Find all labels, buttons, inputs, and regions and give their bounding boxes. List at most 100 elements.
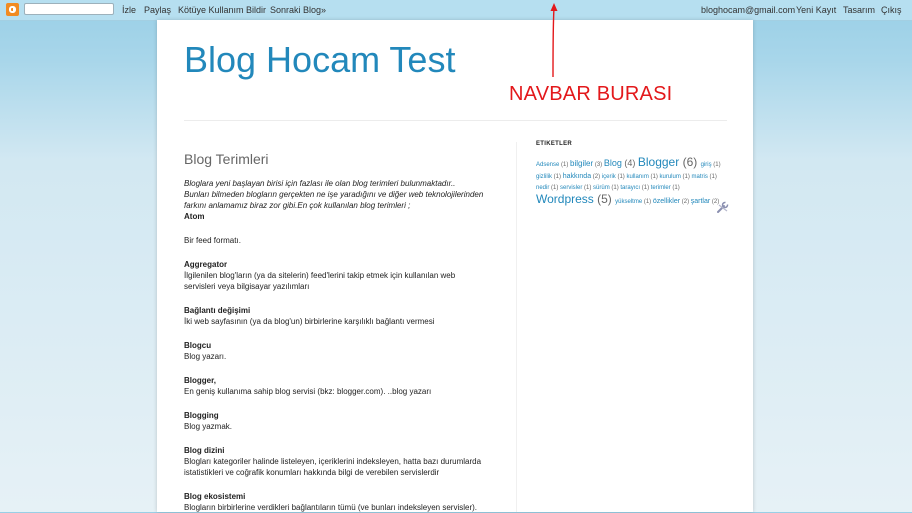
term-definition: Bir feed formatı. <box>184 236 241 245</box>
label-link[interactable]: servisler <box>560 185 582 191</box>
label-link[interactable]: gizlilik <box>536 174 552 180</box>
label-link[interactable]: terimler <box>651 185 671 191</box>
label-link[interactable]: matris <box>692 174 708 180</box>
label-count: (1) <box>711 162 721 168</box>
user-email-link[interactable]: bloghocam@gmail.com <box>701 5 795 15</box>
label-count: (1) <box>615 174 627 180</box>
term-heading: Atom <box>184 212 205 221</box>
label-link[interactable]: bilgiler <box>570 159 593 168</box>
label-cloud-item: özellikler (2) <box>653 198 691 205</box>
label-cloud-item: Blogger (6) <box>638 156 701 168</box>
label-count: (1) <box>582 185 594 191</box>
wrench-icon[interactable] <box>716 200 730 214</box>
label-cloud-item: şartlar (2) <box>691 198 719 205</box>
term-definition: En geniş kullanıma sahip blog servisi (b… <box>184 387 432 396</box>
share-link[interactable]: Paylaş <box>144 5 171 15</box>
label-link[interactable]: hakkında <box>563 173 591 180</box>
column-divider <box>516 142 517 512</box>
label-link[interactable]: özellikler <box>653 198 680 205</box>
header-divider <box>184 120 727 121</box>
label-count: (2) <box>591 174 602 180</box>
next-blog-link[interactable]: Sonraki Blog» <box>270 5 326 15</box>
label-cloud-item: gizlilik (1) <box>536 174 563 180</box>
label-cloud-item: Blog (4) <box>604 158 638 168</box>
term-definition: İki web sayfasının (ya da blog'un) birbi… <box>184 317 435 326</box>
search-input[interactable] <box>24 3 114 15</box>
label-count: (1) <box>549 185 561 191</box>
label-count: (1) <box>552 174 563 180</box>
intro-line: farkını anlamamız biraz zor gibi.En çok … <box>184 201 411 210</box>
label-link[interactable]: kullanım <box>626 174 648 180</box>
intro-line: Bunları bilmeden blogların gerçekten ne … <box>184 190 484 199</box>
label-link[interactable]: Blogger <box>638 155 679 169</box>
label-cloud-item: kullanım (1) <box>626 174 659 180</box>
term-heading: Blogcu <box>184 341 212 350</box>
label-link[interactable]: sürüm <box>593 185 610 191</box>
sign-out-link[interactable]: Çıkış <box>881 5 902 15</box>
term-heading: Blog dizini <box>184 446 225 455</box>
follow-link[interactable]: İzle <box>122 5 136 15</box>
term-definition: İlgilenilen blog'ların (ya da sitelerin)… <box>184 271 456 291</box>
label-link[interactable]: giriş <box>701 162 712 168</box>
blogger-logo-icon[interactable] <box>6 3 19 16</box>
navbar-annotation-label: NAVBAR BURASI <box>509 83 673 105</box>
term-definition: Blog yazmak. <box>184 422 233 431</box>
label-cloud-item: terimler (1) <box>651 185 680 191</box>
label-cloud-item: Adsense (1) <box>536 162 570 168</box>
label-cloud-item: kurulum (1) <box>659 174 691 180</box>
design-link[interactable]: Tasarım <box>843 5 875 15</box>
label-cloud-item: giriş (1) <box>701 162 721 168</box>
label-cloud-item: matris (1) <box>692 174 717 180</box>
term-heading: Blogger, <box>184 376 217 385</box>
label-link[interactable]: şartlar <box>691 198 710 205</box>
label-count: (1) <box>559 162 571 168</box>
label-count: (5) <box>593 192 616 206</box>
post-title: Blog Terimleri <box>184 151 269 167</box>
label-cloud-item: hakkında (2) <box>563 173 602 180</box>
label-link[interactable]: kurulum <box>659 174 680 180</box>
label-cloud-item: sürüm (1) <box>593 185 620 191</box>
label-link[interactable]: tarayıcı <box>620 185 640 191</box>
label-cloud-item: bilgiler (3) <box>570 159 604 168</box>
term-heading: Blog ekosistemi <box>184 492 246 501</box>
label-cloud-item: Wordpress (5) <box>536 193 615 205</box>
label-link[interactable]: içerik <box>602 174 616 180</box>
label-count: (2) <box>680 199 691 205</box>
label-cloud: Adsense (1) bilgiler (3) Blog (4) Blogge… <box>536 156 730 208</box>
label-count: (6) <box>679 155 701 169</box>
label-count: (1) <box>680 174 692 180</box>
label-cloud-item: nedir (1) <box>536 185 560 191</box>
term-definition: Blogların birbirlerine verdikleri bağlan… <box>184 503 478 512</box>
label-cloud-item: servisler (1) <box>560 185 593 191</box>
label-link[interactable]: nedir <box>536 185 549 191</box>
label-cloud-item: tarayıcı (1) <box>620 185 650 191</box>
label-link[interactable]: Adsense <box>536 162 559 168</box>
navbar: İzle Paylaş Kötüye Kullanım Bildir Sonra… <box>0 0 912 21</box>
term-heading: Blogging <box>184 411 219 420</box>
term-definition: Blogları kategoriler halinde listeleyen,… <box>184 457 482 477</box>
label-count: (1) <box>670 185 680 191</box>
term-definition: Blog yazarı. <box>184 352 227 361</box>
blog-title[interactable]: Blog Hocam Test <box>184 39 455 81</box>
post-intro: Bloglara yeni başlayan birisi için fazla… <box>184 178 504 211</box>
label-count: (4) <box>621 158 638 168</box>
label-count: (1) <box>640 185 651 191</box>
label-cloud-item: yükseltme (1) <box>615 199 653 205</box>
report-abuse-link[interactable]: Kötüye Kullanım Bildir <box>178 5 266 15</box>
labels-widget-title: ETIKETLER <box>536 141 573 147</box>
label-cloud-item: içerik (1) <box>602 174 627 180</box>
label-count: (3) <box>593 162 604 168</box>
post-body: Bloglara yeni başlayan birisi için fazla… <box>184 178 504 513</box>
label-count: (1) <box>707 174 717 180</box>
new-post-link[interactable]: Yeni Kayıt <box>796 5 836 15</box>
label-count: (1) <box>642 199 653 205</box>
annotation-arrow-icon <box>550 3 558 78</box>
term-heading: Bağlantı değişimi <box>184 306 251 315</box>
label-link[interactable]: Wordpress <box>536 192 594 206</box>
label-count: (1) <box>609 185 621 191</box>
label-count: (1) <box>648 174 660 180</box>
label-link[interactable]: Blog <box>604 158 622 168</box>
term-heading: Aggregator <box>184 260 228 269</box>
label-link[interactable]: yükseltme <box>615 199 642 205</box>
intro-line: Bloglara yeni başlayan birisi için fazla… <box>184 179 456 188</box>
